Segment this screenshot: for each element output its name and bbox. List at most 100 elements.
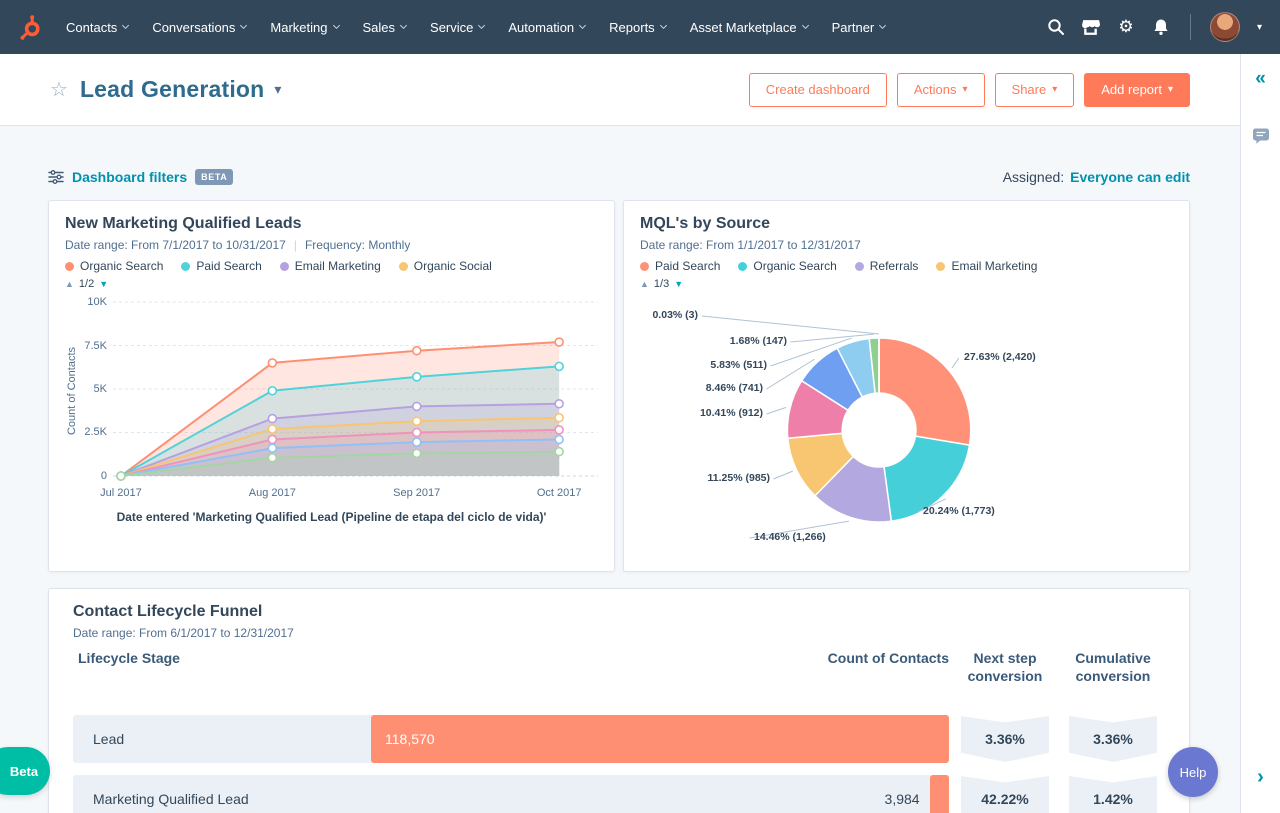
legend-item-organic-search[interactable]: Organic Search xyxy=(65,259,163,273)
actions-button[interactable]: Actions ▾ xyxy=(896,72,985,107)
column-header-cumulative: Cumulative conversion xyxy=(1075,650,1151,684)
report-meta: Date range: From 1/1/2017 to 12/31/2017 xyxy=(640,238,1173,252)
dashboard-header: ☆ Lead Generation ▾ Create dashboard Act… xyxy=(0,54,1240,126)
legend-label: Paid Search xyxy=(196,259,262,273)
donut-slice-label: 0.03% (3) xyxy=(652,309,698,321)
nav-item-sales[interactable]: Sales xyxy=(351,0,419,54)
chevron-down-icon[interactable]: ▾ xyxy=(1257,22,1262,33)
legend-label: Organic Social xyxy=(413,259,492,273)
legend-prev-icon[interactable]: ▲ xyxy=(65,279,74,289)
data-point-marker xyxy=(554,337,564,347)
nav-item-automation[interactable]: Automation xyxy=(496,0,597,54)
data-point-marker xyxy=(554,361,564,372)
help-button[interactable]: Help xyxy=(1168,747,1218,797)
funnel-next-step-badge: 3.36% xyxy=(961,716,1049,762)
data-point-marker xyxy=(267,452,278,463)
report-title: New Marketing Qualified Leads xyxy=(65,215,302,232)
assigned-section: Assigned: Everyone can edit xyxy=(1003,169,1190,185)
legend-page-indicator: 1/2 xyxy=(78,278,95,290)
report-card-new-mqls: New Marketing Qualified Leads Date range… xyxy=(48,200,615,572)
column-header-lifecycle-stage: Lifecycle Stage xyxy=(78,650,180,666)
nav-item-conversations[interactable]: Conversations xyxy=(140,0,258,54)
date-range: Date range: From 7/1/2017 to 10/31/2017 xyxy=(65,238,286,252)
donut-slice-label: 20.24% (1,773) xyxy=(923,505,995,517)
legend-item-paid-search[interactable]: Paid Search xyxy=(640,259,720,273)
collapse-panel-icon[interactable]: « xyxy=(1241,68,1280,90)
donut-slice xyxy=(878,337,972,446)
donut-slice-label: 1.68% (147) xyxy=(729,335,787,347)
legend-label: Referrals xyxy=(869,259,919,273)
hubspot-logo-icon[interactable] xyxy=(14,12,44,42)
dashboard-switcher-caret-icon[interactable]: ▾ xyxy=(274,81,281,98)
assigned-link[interactable]: Everyone can edit xyxy=(1070,169,1190,185)
x-axis: Jul 2017 Aug 2017 Sep 2017 Oct 2017 xyxy=(100,486,598,501)
header-buttons: Create dashboard Actions ▾ Share ▾ Add rep… xyxy=(748,72,1190,107)
column-header-count: Count of Contacts xyxy=(827,650,949,666)
report-meta: Date range: From 7/1/2017 to 10/31/2017 |… xyxy=(65,238,598,252)
meta-separator: | xyxy=(293,238,297,252)
data-point-marker xyxy=(554,412,564,423)
data-point-marker xyxy=(267,385,278,396)
funnel-bar-track: Lead 118,570 xyxy=(73,715,949,763)
legend-next-icon[interactable]: ▼ xyxy=(674,279,683,289)
area-chart: Count of Contacts 0 2.5K 5K 7.5K 10K xyxy=(65,296,598,486)
funnel-bar[interactable] xyxy=(929,775,949,813)
dashboard-filters-button[interactable]: Dashboard filters BETA xyxy=(48,169,234,185)
legend-item-organic-search[interactable]: Organic Search xyxy=(738,259,837,273)
nav-item-marketing[interactable]: Marketing xyxy=(258,0,350,54)
donut-slice-label: 11.25% (985) xyxy=(707,472,770,484)
expand-panel-icon[interactable]: › xyxy=(1241,766,1280,789)
date-range: Date range: From 1/1/2017 to 12/31/2017 xyxy=(640,238,861,252)
legend-item-referrals[interactable]: Referrals xyxy=(854,259,919,273)
chevron-down-icon xyxy=(332,21,340,30)
report-title: MQL's by Source xyxy=(640,215,771,232)
share-button[interactable]: Share ▾ xyxy=(994,72,1075,107)
legend-pager: ▲ 1/2 ▼ xyxy=(65,278,598,290)
legend-dot-icon xyxy=(279,261,289,271)
donut-slice-label: 14.46% (1,266) xyxy=(754,531,826,543)
search-icon[interactable] xyxy=(1046,17,1066,37)
nav-item-reports[interactable]: Reports xyxy=(597,0,678,54)
chevron-down-icon: ▾ xyxy=(962,84,968,95)
legend-item-organic-social[interactable]: Organic Social xyxy=(398,259,492,273)
legend-label: Organic Search xyxy=(753,259,837,273)
page: Contacts Conversations Marketing Sales Servi… xyxy=(0,0,1280,813)
funnel-row: Marketing Qualified Lead 3,984 42.22% 1.42% xyxy=(73,775,1165,813)
donut-slice-label: 8.46% (741) xyxy=(705,382,763,394)
legend-item-paid-search[interactable]: Paid Search xyxy=(181,259,262,273)
nav-item-label: Sales xyxy=(362,19,396,35)
date-range: Date range: From 6/1/2017 to 12/31/2017 xyxy=(73,626,294,640)
report-card-lifecycle-funnel: Contact Lifecycle Funnel Date range: Fro… xyxy=(48,588,1190,813)
dashboard-title: Lead Generation xyxy=(79,76,265,102)
add-report-button[interactable]: Add report ▾ xyxy=(1084,72,1190,107)
badge-value: 3.36% xyxy=(985,731,1025,747)
nav-item-contacts[interactable]: Contacts xyxy=(54,0,140,54)
data-point-marker xyxy=(116,471,126,481)
legend-page-indicator: 1/3 xyxy=(653,278,670,290)
legend-item-email-marketing[interactable]: Email Marketing xyxy=(936,259,1037,273)
create-dashboard-button[interactable]: Create dashboard xyxy=(748,72,887,107)
legend-dot-icon xyxy=(854,261,864,271)
legend-next-icon[interactable]: ▼ xyxy=(99,279,108,289)
funnel-bar[interactable]: 118,570 xyxy=(371,715,949,763)
marketplace-icon[interactable] xyxy=(1081,17,1101,37)
nav-item-label: Partner xyxy=(831,19,875,35)
data-point-marker xyxy=(554,446,564,457)
nav-item-service[interactable]: Service xyxy=(418,0,496,54)
legend-item-email-marketing[interactable]: Email Marketing xyxy=(279,259,381,273)
nav-item-partner[interactable]: Partner xyxy=(820,0,898,54)
notifications-icon[interactable] xyxy=(1151,17,1171,37)
donut-slice-label: 10.41% (912) xyxy=(699,407,763,419)
funnel-count-value: 118,570 xyxy=(385,731,435,747)
legend-prev-icon[interactable]: ▲ xyxy=(640,279,649,289)
beta-pill-button[interactable]: Beta xyxy=(0,747,50,795)
settings-icon[interactable]: ⚙ xyxy=(1116,17,1136,37)
chevron-down-icon xyxy=(801,21,809,30)
assigned-label: Assigned: xyxy=(1002,169,1065,185)
column-header-next-step: Next step conversion xyxy=(967,650,1043,684)
user-avatar[interactable] xyxy=(1209,12,1240,42)
comments-icon[interactable] xyxy=(1241,128,1280,144)
data-point-marker xyxy=(267,443,278,453)
nav-item-asset-marketplace[interactable]: Asset Marketplace xyxy=(678,0,820,54)
favorite-star-icon[interactable]: ☆ xyxy=(50,77,68,102)
